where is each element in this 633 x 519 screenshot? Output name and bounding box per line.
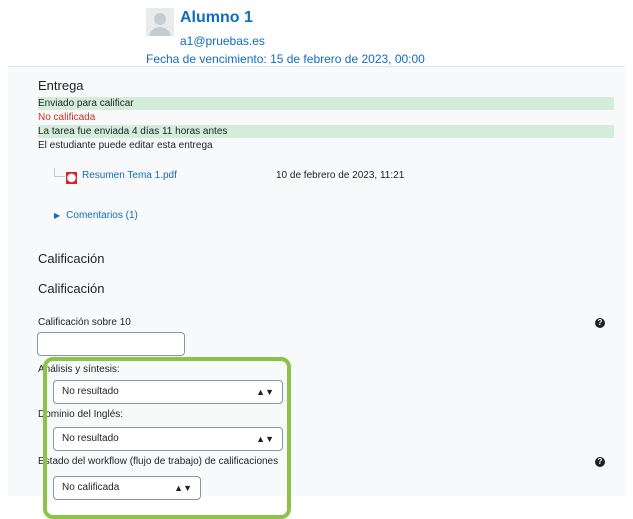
student-email: a1@pruebas.es bbox=[180, 34, 265, 48]
edit-status: El estudiante puede editar esta entrega bbox=[38, 140, 213, 151]
avatar[interactable] bbox=[146, 8, 174, 36]
avatar-body bbox=[149, 27, 171, 36]
help-icon[interactable]: ? bbox=[595, 318, 605, 328]
submission-heading: Entrega bbox=[38, 78, 84, 93]
time-status: La tarea fue enviada 4 días 11 horas ant… bbox=[38, 125, 614, 138]
pdf-icon: ⬤ bbox=[66, 172, 77, 184]
due-date: Fecha de vencimiento: 15 de febrero de 2… bbox=[146, 52, 425, 66]
submitted-file-link[interactable]: Resumen Tema 1.pdf bbox=[82, 170, 177, 181]
submission-status: Enviado para calificar bbox=[38, 97, 614, 110]
grading-status: No calificada bbox=[38, 112, 96, 123]
comments-toggle[interactable]: ▶ Comentarios (1) bbox=[54, 210, 138, 221]
student-name-link[interactable]: Alumno 1 bbox=[180, 9, 253, 27]
avatar-head bbox=[154, 13, 166, 25]
grader-header: Alumno 1 a1@pruebas.es Fecha de vencimie… bbox=[0, 0, 633, 66]
comments-label: Comentarios (1) bbox=[66, 210, 138, 221]
grading-panel: Entrega Enviado para calificar No califi… bbox=[8, 66, 625, 519]
file-date: 10 de febrero de 2023, 11:21 bbox=[276, 170, 405, 181]
grade-section-heading: Calificación bbox=[38, 251, 105, 266]
grade-input[interactable] bbox=[37, 332, 185, 356]
caret-right-icon: ▶ bbox=[54, 211, 61, 220]
file-tree-line bbox=[54, 168, 65, 177]
grade-out-of-label: Calificación sobre 10 bbox=[38, 317, 131, 328]
help-icon[interactable]: ? bbox=[595, 457, 605, 467]
grade-subheading: Calificación bbox=[38, 281, 105, 296]
